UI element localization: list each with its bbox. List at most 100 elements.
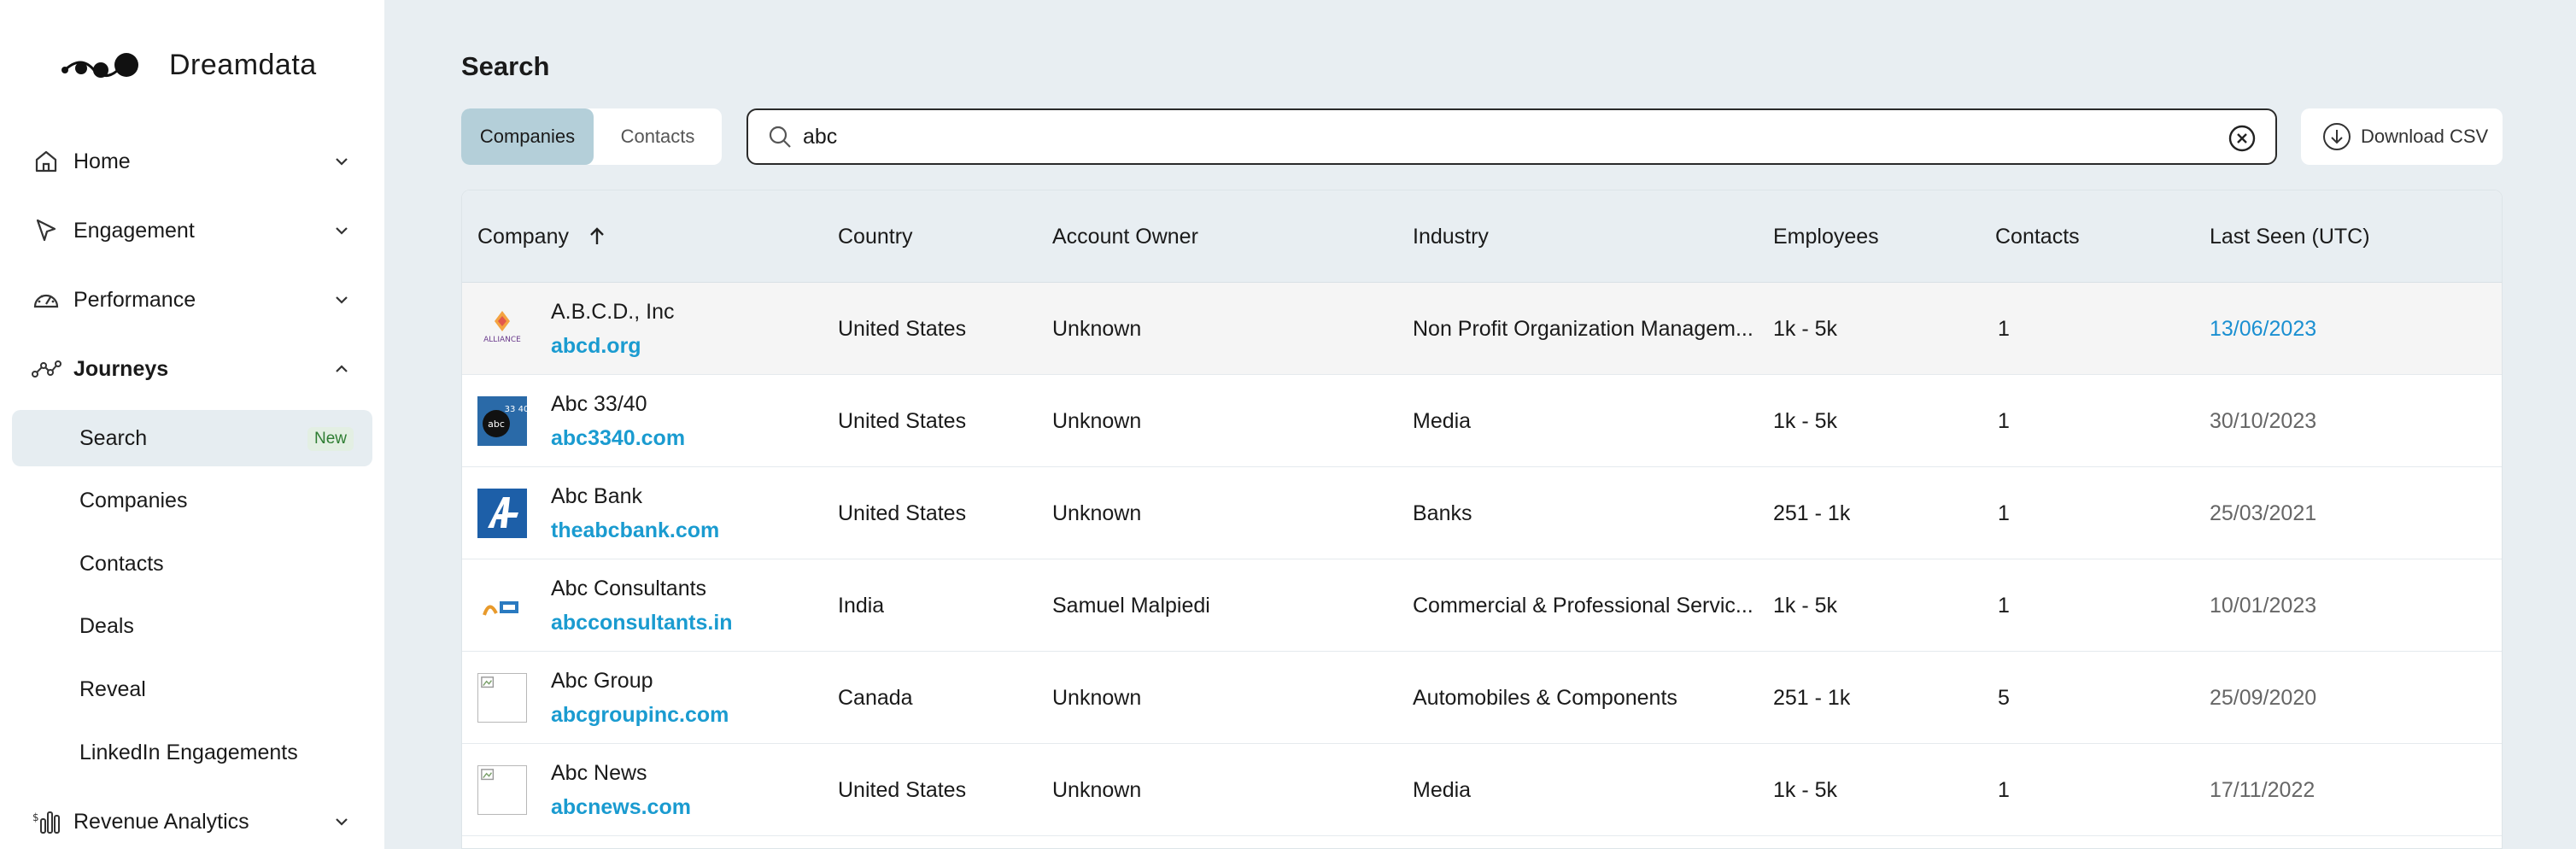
search-icon [769,126,791,148]
abc-consultants-logo [477,581,527,630]
company-name: Abc Consultants [551,577,707,600]
chevron-down-icon[interactable] [331,290,352,310]
company-domain-link[interactable]: abc3340.com [551,426,685,451]
company-name: A.B.C.D., Inc [551,300,675,324]
abc-logo-number: 33 40 [505,405,527,414]
column-header-employees[interactable]: Employees [1773,190,1879,283]
entity-toggle: Companies Contacts [461,108,722,165]
column-header-company[interactable]: Company [477,190,608,283]
table-row[interactable]: abc 33 40 Abc 33/40 abc3340.com United St… [462,375,2502,467]
account-owner-cell: Unknown [1052,408,1142,433]
employees-cell: 1k - 5k [1773,408,1838,433]
country-cell: United States [838,777,967,802]
search-input[interactable] [803,124,2204,149]
chevron-down-icon[interactable] [331,811,352,832]
broken-image-icon [477,765,527,815]
contacts-cell: 1 [1998,593,2010,618]
sidebar-item-label: LinkedIn Engagements [79,740,298,764]
nav-performance-label: Performance [73,287,196,312]
column-header-contacts[interactable]: Contacts [1995,190,2080,283]
tab-contacts[interactable]: Contacts [594,108,722,165]
employees-cell: 1k - 5k [1773,593,1838,618]
sidebar: Dreamdata Home Engagement Performance Jo… [0,0,384,849]
chevron-down-icon[interactable] [331,151,352,172]
dreamdata-logo-icon [61,53,138,78]
table-header: Company Country Account Owner Industry E… [462,190,2502,283]
nav-home[interactable]: Home [12,134,372,189]
sidebar-item-deals[interactable]: Deals [12,598,372,654]
company-domain-link[interactable]: abcd.org [551,334,641,359]
alliance-logo: ALLIANCE [477,304,527,354]
column-header-account-owner[interactable]: Account Owner [1052,190,1198,283]
svg-text:$: $ [32,811,39,823]
contacts-cell: 5 [1998,685,2010,710]
table-row[interactable]: Abc News abcnews.com United States Unkno… [462,744,2502,836]
company-name: Abc News [551,761,647,785]
company-domain-link[interactable]: abcconsultants.in [551,611,733,635]
home-icon [29,144,63,179]
last-seen-cell: 17/11/2022 [2210,777,2315,802]
sidebar-item-label: Deals [79,613,134,638]
nav-journeys[interactable]: Journeys [12,342,372,396]
last-seen-cell: 25/03/2021 [2210,501,2317,525]
sort-ascending-icon[interactable] [586,225,608,248]
industry-cell: Non Profit Organization Managem... [1413,316,1753,341]
nav-home-label: Home [73,149,131,173]
company-name: Abc Bank [551,484,643,508]
industry-cell: Media [1413,408,1472,433]
account-owner-cell: Unknown [1052,777,1142,802]
sidebar-item-search[interactable]: Search New [12,410,372,466]
brand[interactable]: Dreamdata [60,43,317,87]
search-box [746,108,2277,165]
company-domain-link[interactable]: abcnews.com [551,795,691,820]
table-row[interactable]: Abc Group abcgroupinc.com Canada Unknown… [462,652,2502,744]
company-name: Abc 33/40 [551,392,647,416]
bar-chart-icon: $ [29,805,63,839]
employees-cell: 251 - 1k [1773,685,1851,710]
industry-cell: Commercial & Professional Servic... [1413,593,1753,618]
industry-cell: Automobiles & Components [1413,685,1677,710]
column-header-label: Company [477,224,569,249]
chevron-down-icon[interactable] [331,220,352,241]
contacts-cell: 1 [1998,501,2010,525]
last-seen-cell[interactable]: 13/06/2023 [2210,283,2316,375]
sidebar-item-contacts[interactable]: Contacts [12,536,372,592]
sidebar-item-reveal[interactable]: Reveal [12,661,372,717]
industry-cell: Media [1413,777,1472,802]
sidebar-item-label: Reveal [79,676,146,701]
nav-performance[interactable]: Performance [12,272,372,327]
abc-bank-logo [477,489,527,538]
gauge-icon [29,283,63,317]
country-cell: India [838,593,885,618]
column-header-industry[interactable]: Industry [1413,190,1489,283]
tab-companies[interactable]: Companies [461,108,594,165]
nav-revenue-analytics[interactable]: $ Revenue Analytics [12,794,372,849]
country-cell: United States [838,408,967,433]
account-owner-cell: Unknown [1052,685,1142,710]
employees-cell: 1k - 5k [1773,777,1838,802]
download-csv-label: Download CSV [2361,126,2489,147]
column-header-country[interactable]: Country [838,190,913,283]
sidebar-item-companies[interactable]: Companies [12,472,372,529]
table-row[interactable]: Abc Consultants abcconsultants.in India … [462,559,2502,652]
nav-engagement[interactable]: Engagement [12,203,372,258]
download-icon [2323,123,2351,150]
download-csv-button[interactable]: Download CSV [2301,108,2503,165]
journey-path-icon [29,352,63,386]
account-owner-cell: Unknown [1052,501,1142,525]
table-row[interactable]: Abc Bank theabcbank.com United States Un… [462,467,2502,559]
column-header-last-seen[interactable]: Last Seen (UTC) [2210,190,2370,283]
abc-3340-logo: abc 33 40 [477,396,527,446]
table-row[interactable]: ALLIANCE A.B.C.D., Inc abcd.org United S… [462,283,2502,375]
company-domain-link[interactable]: abcgroupinc.com [551,703,729,728]
last-seen-cell: 25/09/2020 [2210,685,2317,710]
sidebar-item-linkedin-engagements[interactable]: LinkedIn Engagements [12,724,372,781]
clear-search-icon[interactable] [2228,124,2257,153]
new-badge: New [307,427,354,451]
employees-cell: 251 - 1k [1773,501,1851,525]
company-domain-link[interactable]: theabcbank.com [551,518,719,543]
chevron-up-icon[interactable] [331,359,352,379]
sidebar-item-label: Contacts [79,551,164,576]
industry-cell: Banks [1413,501,1472,525]
company-name: Abc Group [551,669,653,693]
